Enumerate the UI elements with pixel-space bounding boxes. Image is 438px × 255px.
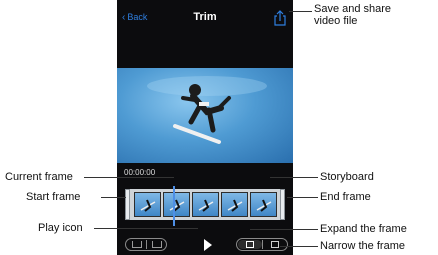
callout-line <box>287 197 318 198</box>
timecode: 00:00:00 <box>124 168 156 177</box>
storyboard-frame <box>134 192 161 217</box>
storyboard-frame <box>192 192 219 217</box>
step-forward-icon[interactable] <box>152 241 162 248</box>
callout-end-frame: End frame <box>320 191 371 203</box>
share-icon[interactable] <box>273 10 287 26</box>
storyboard[interactable] <box>125 189 285 220</box>
end-frame-handle[interactable] <box>280 189 285 220</box>
expand-frame-icon <box>246 241 254 248</box>
callout-line <box>94 228 198 229</box>
nav-bar: ‹ Back Trim <box>117 6 293 32</box>
snowboarder-image <box>147 76 267 144</box>
callout-start-frame: Start frame <box>26 191 81 203</box>
callout-line <box>101 197 126 198</box>
storyboard-frame <box>221 192 248 217</box>
video-preview <box>117 68 293 163</box>
narrow-frame-button[interactable] <box>263 240 287 249</box>
current-frame-playhead[interactable] <box>173 186 175 226</box>
callout-line <box>270 177 318 178</box>
page-title: Trim <box>193 11 217 23</box>
callout-current-frame: Current frame <box>5 171 73 183</box>
callout-line <box>280 246 318 247</box>
step-back-icon[interactable] <box>132 241 142 248</box>
callout-play-icon: Play icon <box>38 222 83 234</box>
callout-expand-frame: Expand the frame <box>320 223 407 235</box>
callout-line <box>289 11 312 12</box>
step-controls[interactable] <box>125 238 167 251</box>
callout-line <box>84 177 174 178</box>
divider <box>146 240 147 249</box>
expand-frame-button[interactable] <box>238 240 262 249</box>
callout-save-share: Save and share video file <box>314 3 392 27</box>
storyboard-frame <box>163 192 190 217</box>
narrow-frame-icon <box>271 241 279 248</box>
callout-storyboard: Storyboard <box>320 171 374 183</box>
storyboard-frame <box>250 192 277 217</box>
start-frame-handle[interactable] <box>125 189 130 220</box>
zoom-controls <box>236 238 288 251</box>
callout-line <box>250 229 318 230</box>
callout-narrow-frame: Narrow the frame <box>320 240 405 252</box>
play-icon[interactable] <box>204 239 212 251</box>
phone-screen: ‹ Back Trim 00:00:00 <box>117 0 293 255</box>
